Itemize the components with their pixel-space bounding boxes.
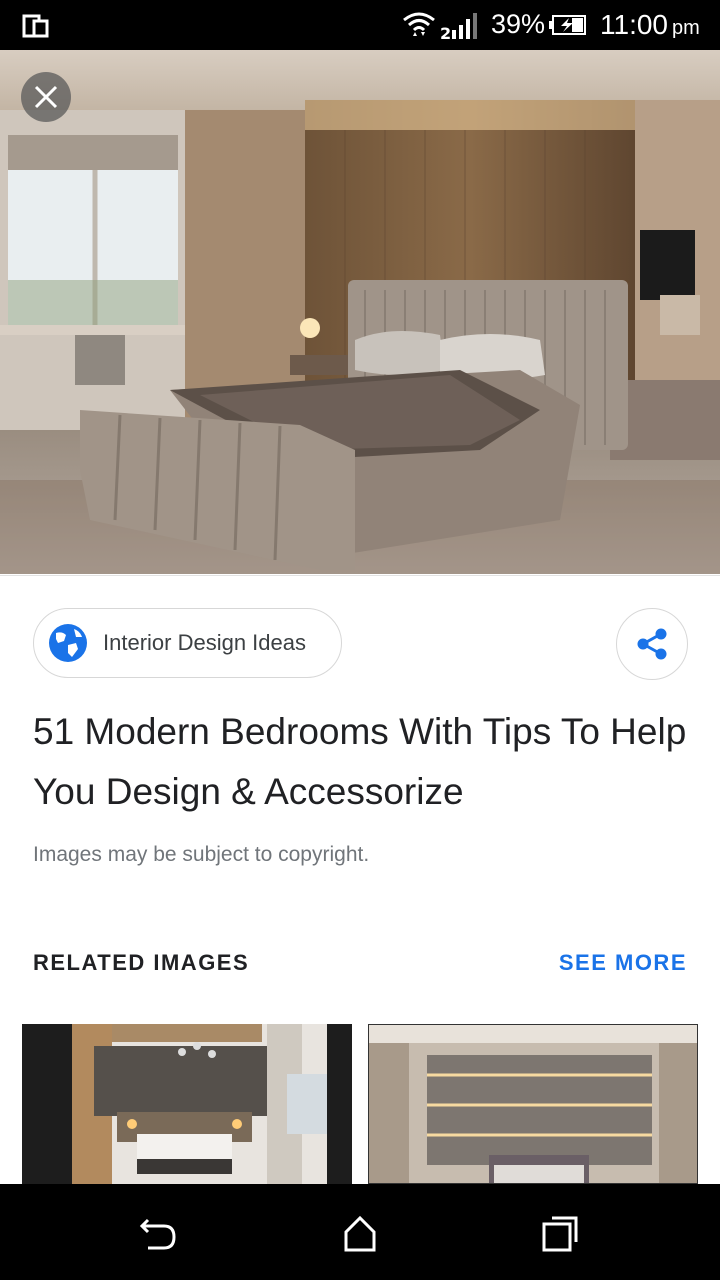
hero-image[interactable] <box>0 50 720 574</box>
navigation-bar <box>0 1184 720 1280</box>
status-bar: 2 39% 11:00 pm <box>0 0 720 50</box>
related-images-heading: RELATED IMAGES <box>33 950 250 975</box>
related-image-thumbnail[interactable] <box>22 1024 352 1184</box>
battery-charging-icon <box>549 15 586 35</box>
phone-rotate-icon <box>22 14 49 38</box>
copyright-notice: Images may be subject to copyright. <box>33 843 370 866</box>
related-image-thumbnail[interactable] <box>368 1024 698 1184</box>
battery-percent: 39% <box>491 9 546 39</box>
recents-icon[interactable] <box>538 1212 582 1256</box>
related-photo <box>369 1025 697 1183</box>
share-button[interactable] <box>616 608 688 680</box>
source-chip[interactable]: Interior Design Ideas <box>33 608 342 678</box>
globe-icon <box>49 624 87 662</box>
see-more-link[interactable]: SEE MORE <box>559 950 687 976</box>
home-icon[interactable] <box>338 1212 382 1256</box>
clock: 11:00 pm <box>600 9 700 41</box>
close-button[interactable] <box>21 72 71 122</box>
clock-ampm: pm <box>672 17 700 39</box>
back-icon[interactable] <box>136 1212 180 1256</box>
page-title: 51 Modern Bedrooms With Tips To Help You… <box>33 711 687 812</box>
related-photo <box>72 1024 327 1184</box>
wifi-icon <box>403 12 435 36</box>
clock-time: 11:00 <box>600 9 668 40</box>
signal-icon: 2 <box>440 13 477 40</box>
close-icon <box>34 85 58 109</box>
svg-text:2: 2 <box>440 24 451 40</box>
bedroom-photo <box>0 50 720 574</box>
share-icon <box>637 628 667 660</box>
divider <box>0 575 720 576</box>
source-name: Interior Design Ideas <box>103 630 306 655</box>
